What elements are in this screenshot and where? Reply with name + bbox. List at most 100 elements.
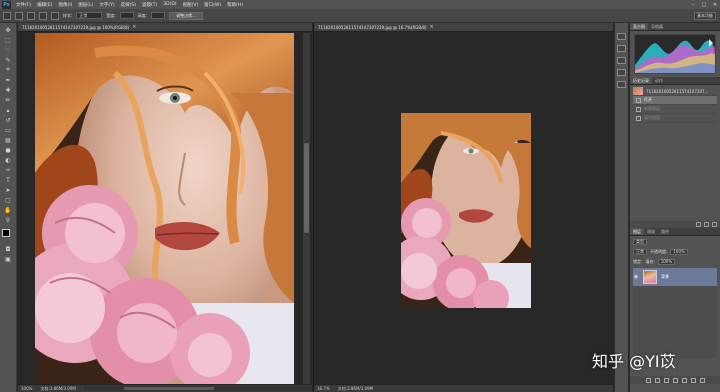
menu-select[interactable]: 选择(S) [118,2,139,8]
blur-icon[interactable]: ● [3,146,14,154]
layer-kind-filter[interactable]: 类型 [633,239,647,245]
trash-icon[interactable] [712,222,717,227]
menu-file[interactable]: 文件(F) [13,2,34,8]
stamp-icon[interactable]: ▴ [3,106,14,114]
zoom-level[interactable]: 16.7% [317,386,330,391]
type-icon[interactable]: T [3,176,14,184]
healing-icon[interactable]: ✚ [3,86,14,94]
height-field[interactable] [151,12,166,19]
folder-icon[interactable] [681,377,687,383]
tab-actions[interactable]: 动作 [652,77,666,84]
history-brush-icon[interactable]: ↺ [3,116,14,124]
path-select-icon[interactable]: ➤ [3,186,14,194]
menu-window[interactable]: 窗口(W) [201,2,224,8]
image-canvas[interactable] [401,113,531,308]
hand-icon[interactable]: ✋ [3,206,14,214]
portrait-photo [35,33,294,384]
intersect-selection-icon[interactable] [51,11,59,20]
new-document-icon[interactable] [696,222,701,227]
history-snapshot[interactable]: 71162010052811574147307... [633,87,717,96]
foreground-color[interactable] [1,229,10,237]
new-selection-icon[interactable] [15,11,23,20]
color-panel-icon[interactable] [617,57,626,64]
menu-layer[interactable]: 图层(L) [75,2,96,8]
menu-edit[interactable]: 编辑(E) [34,2,55,8]
marquee-icon[interactable]: ⬚ [3,36,14,44]
layer-background[interactable]: ◉ 背景 [633,268,717,286]
menu-filter[interactable]: 滤镜(T) [139,2,160,8]
document-tab-title[interactable]: 71162010052811574147307229.jpg @ 100%(RG… [18,25,129,30]
zoom-level[interactable]: 100% [21,386,32,391]
shape-icon[interactable]: ▢ [3,196,14,204]
eye-icon[interactable]: ◉ [633,274,639,280]
width-field[interactable] [119,12,134,19]
link-icon[interactable] [645,377,651,383]
quick-select-icon[interactable]: ✎ [3,56,14,64]
gradient-icon[interactable]: ▤ [3,136,14,144]
adjustments-panel-icon[interactable] [617,81,626,88]
blend-mode-select[interactable]: 正常 [633,249,647,255]
close-button[interactable]: ✕ [712,2,718,8]
maximize-button[interactable]: □ [701,2,707,8]
menu-view[interactable]: 视图(V) [180,2,202,8]
document-info[interactable]: 文档:3.86M/3.09M [40,386,75,392]
eraser-icon[interactable]: ▭ [3,126,14,134]
history-item-fill-layer[interactable]: 填充图层 [633,114,717,123]
history-panel-icon[interactable] [617,33,626,40]
trash-icon[interactable] [699,377,705,383]
menu-3d[interactable]: 3D(D) [160,2,179,7]
camera-icon[interactable] [704,222,709,227]
document-tab[interactable]: 71162010052811574147307229.jpg @ 100%(RG… [18,23,312,32]
lasso-icon[interactable]: ➰ [3,46,14,54]
close-icon[interactable]: × [430,24,434,30]
zoom-icon[interactable]: ⚲ [3,216,14,224]
history-item-new-layer[interactable]: 新建图层 [633,105,717,114]
eyedropper-icon[interactable]: ✒ [3,76,14,84]
tab-navigator[interactable]: 导航器 [648,23,666,30]
lock-row: 锁定: 填充: 100% [633,258,717,266]
tool-preset-icon[interactable] [3,11,11,20]
screen-mode-icon[interactable]: ▣ [3,255,14,263]
history-item-open[interactable]: 打开 [633,96,717,105]
horizontal-scrollbar[interactable] [83,386,312,391]
fill-field[interactable]: 100% [657,259,676,265]
workspace-select[interactable]: 基本功能 [694,12,716,20]
quick-mask-icon[interactable]: ◘ [3,245,14,253]
tab-history[interactable]: 历史记录 [630,77,652,84]
tab-channels[interactable]: 通道 [644,228,658,235]
style-select[interactable]: 正常 [76,12,103,19]
opacity-field[interactable]: 100% [670,249,688,255]
new-layer-icon[interactable] [690,377,696,383]
close-icon[interactable]: × [132,24,136,30]
subtract-selection-icon[interactable] [39,11,47,20]
layer-name[interactable]: 背景 [661,274,669,280]
document-info[interactable]: 文档:3.86M/3.09M [338,386,373,392]
fx-icon[interactable] [654,377,660,383]
menu-type[interactable]: 文字(Y) [96,2,117,8]
tab-layers[interactable]: 图层 [630,228,644,235]
tab-paths[interactable]: 路径 [658,228,672,235]
refine-edge-button[interactable]: 调整边缘... [169,11,203,20]
adjustment-layer-icon[interactable] [672,377,678,383]
tab-histogram[interactable]: 直方图 [630,23,648,30]
minimize-button[interactable]: – [690,2,696,8]
mask-icon[interactable] [663,377,669,383]
dodge-icon[interactable]: ◐ [3,156,14,164]
color-swatches[interactable] [1,229,15,243]
menu-help[interactable]: 帮助(H) [224,2,246,8]
document-tab[interactable]: 71162010052811574147307229.jpg @ 16.7%(R… [314,23,613,32]
move-icon[interactable]: ✥ [3,26,14,34]
brush-icon[interactable]: ✏ [3,96,14,104]
properties-panel-icon[interactable] [617,45,626,52]
crop-icon[interactable]: ⌗ [3,66,14,74]
menu-image[interactable]: 图像(I) [55,2,75,8]
vertical-scrollbar[interactable] [303,33,310,384]
pen-icon[interactable]: ✑ [3,166,14,174]
scroll-thumb[interactable] [123,387,214,390]
swatches-panel-icon[interactable] [617,69,626,76]
portrait-photo-thumbnail [401,113,531,308]
scroll-thumb[interactable] [304,143,309,233]
add-selection-icon[interactable] [27,11,35,20]
document-tab-title[interactable]: 71162010052811574147307229.jpg @ 16.7%(R… [314,25,427,30]
image-canvas[interactable] [35,33,294,384]
